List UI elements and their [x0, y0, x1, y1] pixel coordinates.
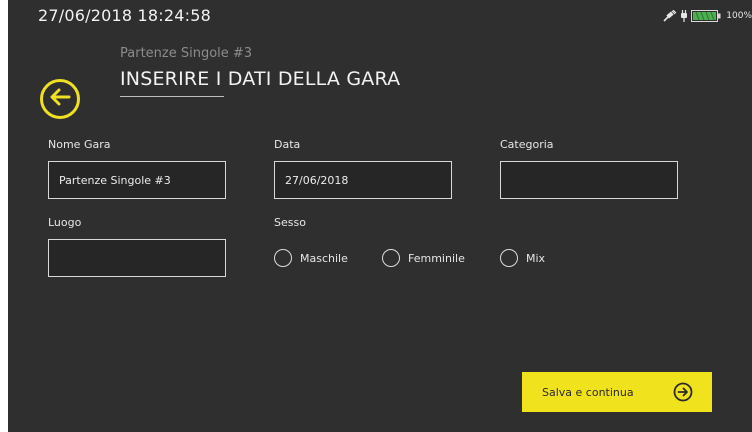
- arrow-right-circle-icon: [673, 382, 693, 406]
- arrow-left-circle-icon: [49, 87, 71, 111]
- nome-gara-field[interactable]: [48, 161, 226, 199]
- page-title: INSERIRE I DATI DELLA GARA: [120, 68, 401, 90]
- battery-percentage: 100%: [726, 11, 752, 21]
- radio-maschile[interactable]: Maschile: [274, 249, 348, 267]
- nome-gara-label: Nome Gara: [48, 138, 111, 151]
- save-button-label: Salva e continua: [542, 385, 634, 399]
- page-subtitle: Partenze Singole #3: [120, 46, 253, 61]
- data-label: Data: [274, 138, 301, 151]
- status-datetime: 27/06/2018 18:24:58: [38, 6, 211, 25]
- gps-satellite-icon: [663, 10, 677, 22]
- radio-mix[interactable]: Mix: [500, 249, 545, 267]
- radio-label-femminile: Femminile: [408, 251, 465, 265]
- radio-label-maschile: Maschile: [300, 251, 348, 265]
- categoria-field[interactable]: [500, 161, 678, 199]
- title-underline: [120, 96, 224, 97]
- back-button[interactable]: [40, 79, 80, 119]
- power-plug-icon: [680, 10, 688, 22]
- luogo-field[interactable]: [48, 239, 226, 277]
- status-icons: 100%: [663, 9, 752, 23]
- radio-circle: [500, 249, 518, 267]
- battery-icon: [691, 10, 721, 22]
- sesso-label: Sesso: [274, 216, 306, 229]
- radio-circle: [274, 249, 292, 267]
- data-field[interactable]: [274, 161, 452, 199]
- radio-circle: [382, 249, 400, 267]
- save-and-continue-button[interactable]: Salva e continua: [522, 372, 712, 412]
- radio-label-mix: Mix: [526, 251, 546, 265]
- radio-femminile[interactable]: Femminile: [382, 249, 465, 267]
- app-screen: 27/06/2018 18:24:58 100% Partenze Singol…: [8, 0, 752, 432]
- categoria-label: Categoria: [500, 138, 554, 151]
- status-bar: 27/06/2018 18:24:58 100%: [8, 0, 752, 34]
- luogo-label: Luogo: [48, 216, 82, 229]
